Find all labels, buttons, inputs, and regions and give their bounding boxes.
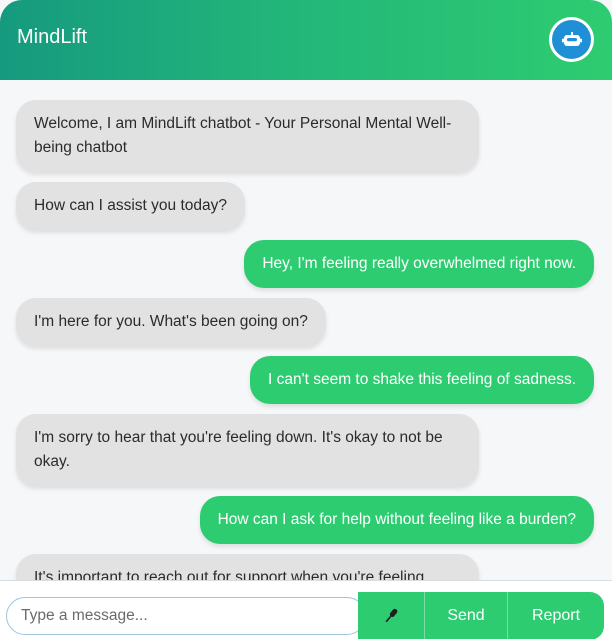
report-button[interactable]: Report bbox=[508, 592, 604, 639]
robot-icon bbox=[561, 31, 582, 46]
message-composer: Send Report bbox=[0, 580, 612, 639]
bot-avatar bbox=[552, 20, 591, 59]
bot-message: I'm here for you. What's been going on? bbox=[16, 298, 326, 346]
message-input[interactable] bbox=[6, 597, 366, 635]
microphone-icon bbox=[385, 608, 398, 623]
send-button[interactable]: Send bbox=[425, 592, 508, 639]
app-title: MindLift bbox=[17, 26, 88, 48]
chat-app: MindLift Welcome, I am MindLift chatbot … bbox=[0, 0, 612, 639]
voice-input-button[interactable] bbox=[358, 592, 425, 639]
bot-message: It's important to reach out for support … bbox=[16, 554, 479, 580]
user-message: How can I ask for help without feeling l… bbox=[199, 496, 594, 544]
bot-message: I'm sorry to hear that you're feeling do… bbox=[16, 414, 479, 486]
composer-actions: Send Report bbox=[358, 592, 604, 639]
bot-message: Welcome, I am MindLift chatbot - Your Pe… bbox=[16, 100, 479, 172]
chat-header: MindLift bbox=[0, 0, 612, 80]
bot-message: How can I assist you today? bbox=[16, 182, 245, 230]
user-message: I can't seem to shake this feeling of sa… bbox=[250, 356, 594, 404]
message-list: Welcome, I am MindLift chatbot - Your Pe… bbox=[0, 80, 612, 580]
bot-avatar-button[interactable] bbox=[549, 17, 594, 62]
user-message: Hey, I'm feeling really overwhelmed righ… bbox=[244, 240, 594, 288]
